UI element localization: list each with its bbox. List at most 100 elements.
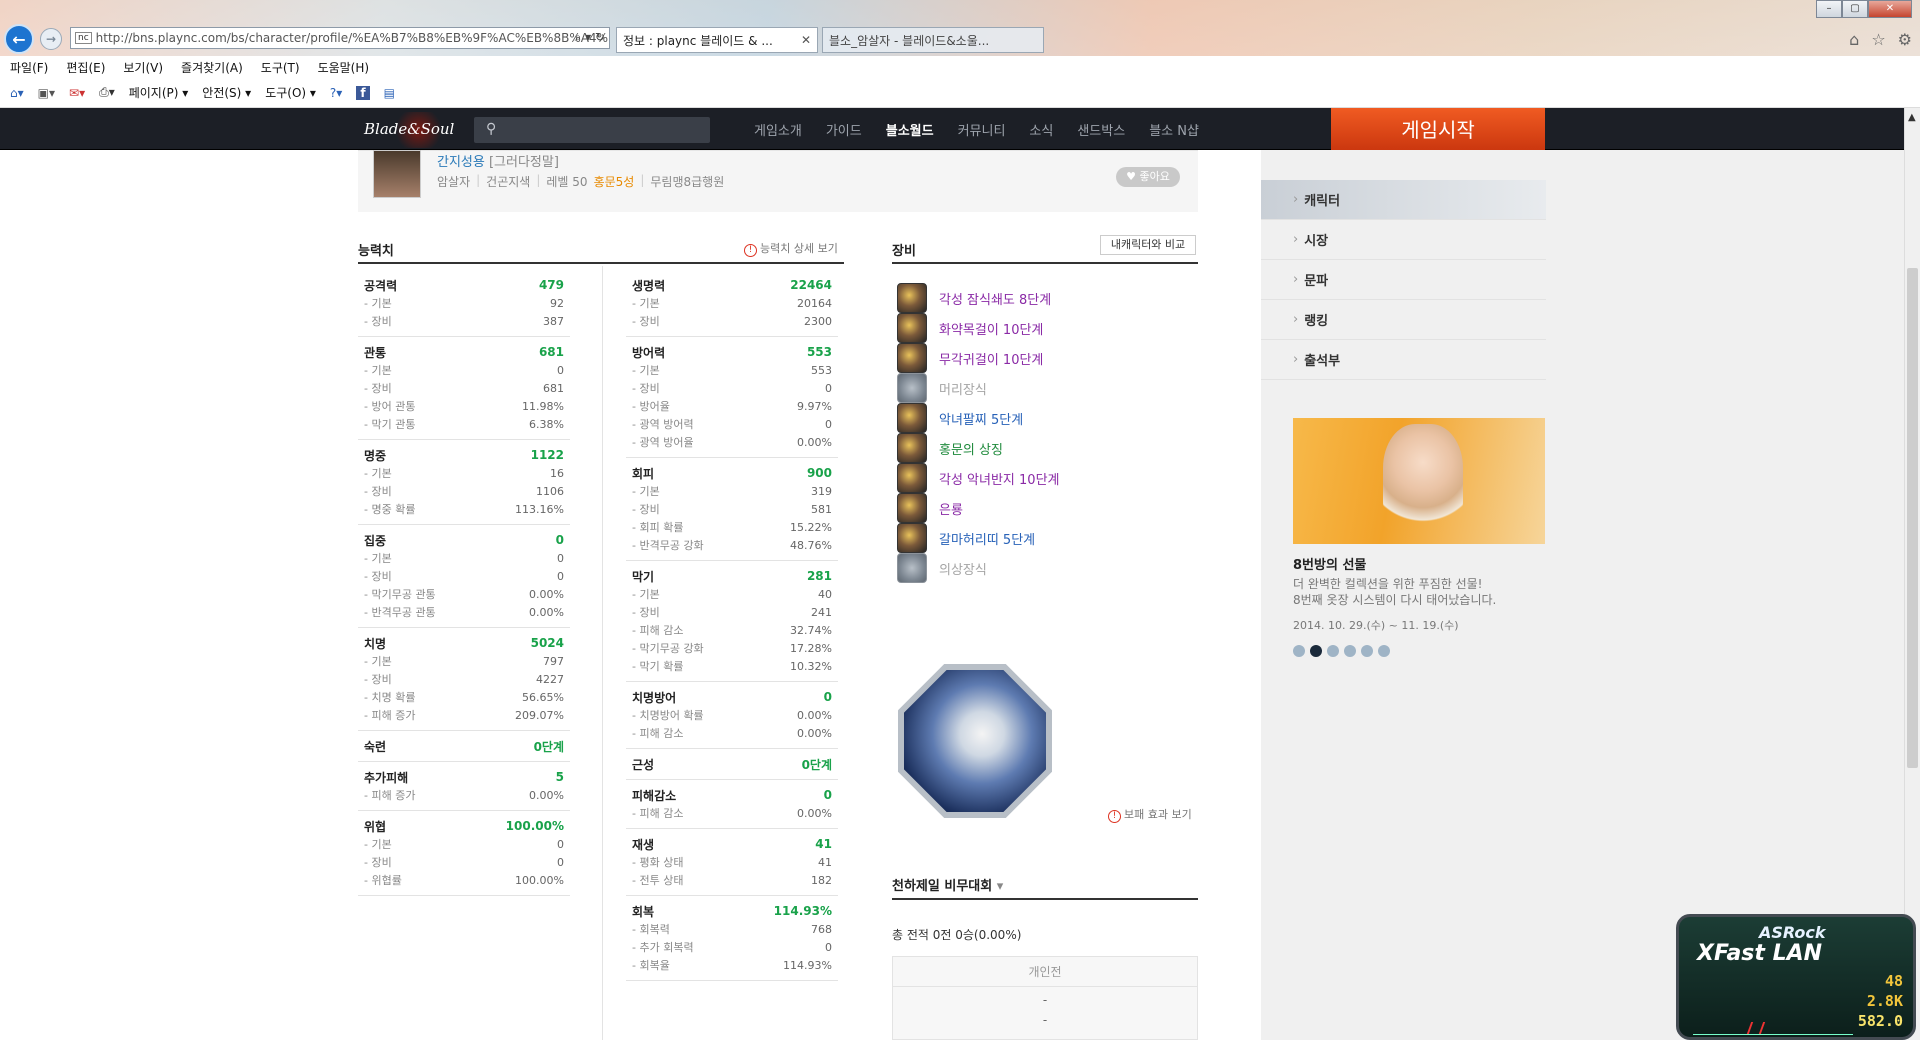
promo-banner-image[interactable] <box>1293 418 1545 544</box>
browser-tab-active[interactable]: 정보 : plaync 블레이드 & ... ✕ <box>616 27 818 53</box>
tournament-title[interactable]: 천하제일 비무대회 ▾ <box>892 875 1003 894</box>
compare-my-character-button[interactable]: 내캐릭터와 비교 <box>1100 235 1196 255</box>
stat-block: 재생 41 - 평화 상태 41 - 전투 상태 182 <box>626 829 838 896</box>
minimize-button[interactable]: – <box>1816 0 1842 18</box>
stat-subrow: - 피해 증가 0.00% <box>364 786 570 804</box>
character-name[interactable]: 간지성용 <box>437 155 485 170</box>
stat-subvalue: 56.65% <box>522 690 564 704</box>
menu-tools[interactable]: 도구(T) <box>261 59 300 76</box>
tools-menu[interactable]: 도구(O) ▾ <box>265 84 316 101</box>
like-label: 좋아요 <box>1139 170 1170 183</box>
nav-bns-world[interactable]: 블소월드 <box>886 120 934 139</box>
nav-community[interactable]: 커뮤니티 <box>958 120 1006 139</box>
stat-header: 막기 281 <box>632 567 838 585</box>
stats-detail-link[interactable]: ! 능력치 상세 보기 <box>744 240 838 257</box>
sidebar-item-attendance[interactable]: › 출석부 <box>1261 340 1546 380</box>
print-icon[interactable]: ⎙▾ <box>99 85 115 100</box>
equipment-item[interactable]: 은룡 <box>897 493 963 523</box>
stat-subvalue: 113.16% <box>515 502 564 516</box>
stat-subvalue: 0.00% <box>797 708 832 722</box>
promo-dot[interactable] <box>1344 645 1356 657</box>
equipment-item[interactable]: 각성 잠식쇄도 8단계 <box>897 283 1051 313</box>
stat-sublabel: - 장비 <box>632 503 660 516</box>
menu-favorites[interactable]: 즐겨찾기(A) <box>181 59 243 76</box>
browser-tab[interactable]: 블소_암살자 - 블레이드&소울... <box>822 27 1044 53</box>
sidebar-item-market[interactable]: › 시장 <box>1261 220 1546 260</box>
menu-file[interactable]: 파일(F) <box>10 59 48 76</box>
equipment-item[interactable]: 각성 악녀반지 10단계 <box>897 463 1060 493</box>
stat-sublabel: - 장비 <box>364 315 392 328</box>
stat-sublabel: - 막기무공 강화 <box>632 642 704 655</box>
stat-subvalue: 0.00% <box>797 435 832 449</box>
feed-icon[interactable]: ▣▾ <box>38 86 55 100</box>
sidebar-item-guild[interactable]: › 문파 <box>1261 260 1546 300</box>
promo-dot[interactable] <box>1293 645 1305 657</box>
equipment-item[interactable]: 화약목걸이 10단계 <box>897 313 1043 343</box>
equipment-item[interactable]: 악녀팔찌 5단계 <box>897 403 1023 433</box>
soul-effect-link[interactable]: ! 보패 효과 보기 <box>1108 806 1192 823</box>
stat-subrow: - 반격무공 관통 0.00% <box>364 603 570 621</box>
equipment-item[interactable]: 홍문의 상징 <box>897 433 1003 463</box>
promo-dot-active[interactable] <box>1310 645 1322 657</box>
sidebar-item-ranking[interactable]: › 랭킹 <box>1261 300 1546 340</box>
home-icon[interactable]: ⌂▾ <box>10 86 24 100</box>
stat-value: 5 <box>555 770 564 784</box>
equipment-item[interactable]: 의상장식 <box>897 553 987 583</box>
address-bar[interactable]: nc http://bns.plaync.com/bs/character/pr… <box>70 27 610 49</box>
close-tab-icon[interactable]: ✕ <box>801 33 811 47</box>
blade-and-soul-logo[interactable]: Blade&Soul <box>364 112 454 148</box>
close-window-button[interactable]: ✕ <box>1868 0 1912 18</box>
equipment-item-icon <box>897 553 927 583</box>
promo-dot[interactable] <box>1327 645 1339 657</box>
facebook-icon[interactable]: f <box>356 85 370 100</box>
stat-subrow: - 평화 상태 41 <box>632 853 838 871</box>
safety-menu[interactable]: 안전(S) ▾ <box>202 84 251 101</box>
equipment-item[interactable]: 갈마허리띠 5단계 <box>897 523 1035 553</box>
nav-guide[interactable]: 가이드 <box>826 120 862 139</box>
menu-help[interactable]: 도움말(H) <box>318 59 370 76</box>
asrock-xfast-lan-widget[interactable]: ASRock XFast LAN 48 2.8K 582.0 <box>1676 914 1916 1040</box>
scroll-up-icon[interactable]: ▲ <box>1908 112 1916 123</box>
stat-subrow: - 기본 16 <box>364 464 570 482</box>
equipment-item[interactable]: 머리장식 <box>897 373 987 403</box>
forward-button[interactable]: → <box>40 28 62 50</box>
menu-view[interactable]: 보기(V) <box>123 59 163 76</box>
nav-news[interactable]: 소식 <box>1029 120 1053 139</box>
chevron-right-icon: › <box>1293 352 1299 367</box>
page-scrollbar[interactable]: ▲ <box>1904 108 1920 1040</box>
nav-nshop[interactable]: 블소 N샵 <box>1149 120 1199 139</box>
mail-icon[interactable]: ✉▾ <box>69 86 85 100</box>
stat-subvalue: 182 <box>811 873 832 887</box>
menu-edit[interactable]: 편집(E) <box>66 59 105 76</box>
stat-name: 숙련 <box>364 739 387 754</box>
page-menu[interactable]: 페이지(P) ▾ <box>129 84 189 101</box>
stat-header: 생명력 22464 <box>632 276 838 294</box>
address-tools-icon[interactable]: ⌕ ▾ ↻ <box>575 30 605 45</box>
stat-header: 집중 0 <box>364 531 570 549</box>
home-icon[interactable]: ⌂ <box>1849 30 1859 49</box>
back-button[interactable]: ← <box>4 24 34 54</box>
comment-icon[interactable]: ▤ <box>384 86 395 100</box>
favorites-star-icon[interactable]: ☆ <box>1871 30 1885 49</box>
help-icon[interactable]: ?▾ <box>330 86 342 100</box>
promo-dot[interactable] <box>1378 645 1390 657</box>
settings-gear-icon[interactable]: ⚙ <box>1898 30 1912 49</box>
maximize-button[interactable]: ▢ <box>1842 0 1868 18</box>
like-button[interactable]: ♥ 좋아요 <box>1116 167 1180 187</box>
stat-subrow: - 장비 0 <box>364 853 570 871</box>
equipment-item[interactable]: 무각귀걸이 10단계 <box>897 343 1043 373</box>
site-search-input[interactable]: ⚲ <box>474 117 710 143</box>
stat-sublabel: - 기본 <box>364 364 392 377</box>
stat-value: 0 <box>823 690 832 704</box>
nav-game-intro[interactable]: 게임소개 <box>754 120 802 139</box>
sidebar-item-character[interactable]: › 캐릭터 <box>1261 180 1546 220</box>
scrollbar-thumb[interactable] <box>1907 268 1918 768</box>
stat-block: 회피 900 - 기본 319 - 장비 581 - 회피 확률 15.22% - 반격무공 강… <box>626 458 838 561</box>
game-start-button[interactable]: 게임시작 <box>1331 108 1545 154</box>
promo-dot[interactable] <box>1361 645 1373 657</box>
promo-title[interactable]: 8번방의 선물 <box>1293 554 1366 573</box>
widget-value-2: 2.8K <box>1866 992 1903 1010</box>
nav-sandbox[interactable]: 샌드박스 <box>1077 120 1125 139</box>
stat-sublabel: - 막기 확률 <box>632 660 684 673</box>
stat-value: 0 <box>823 788 832 802</box>
